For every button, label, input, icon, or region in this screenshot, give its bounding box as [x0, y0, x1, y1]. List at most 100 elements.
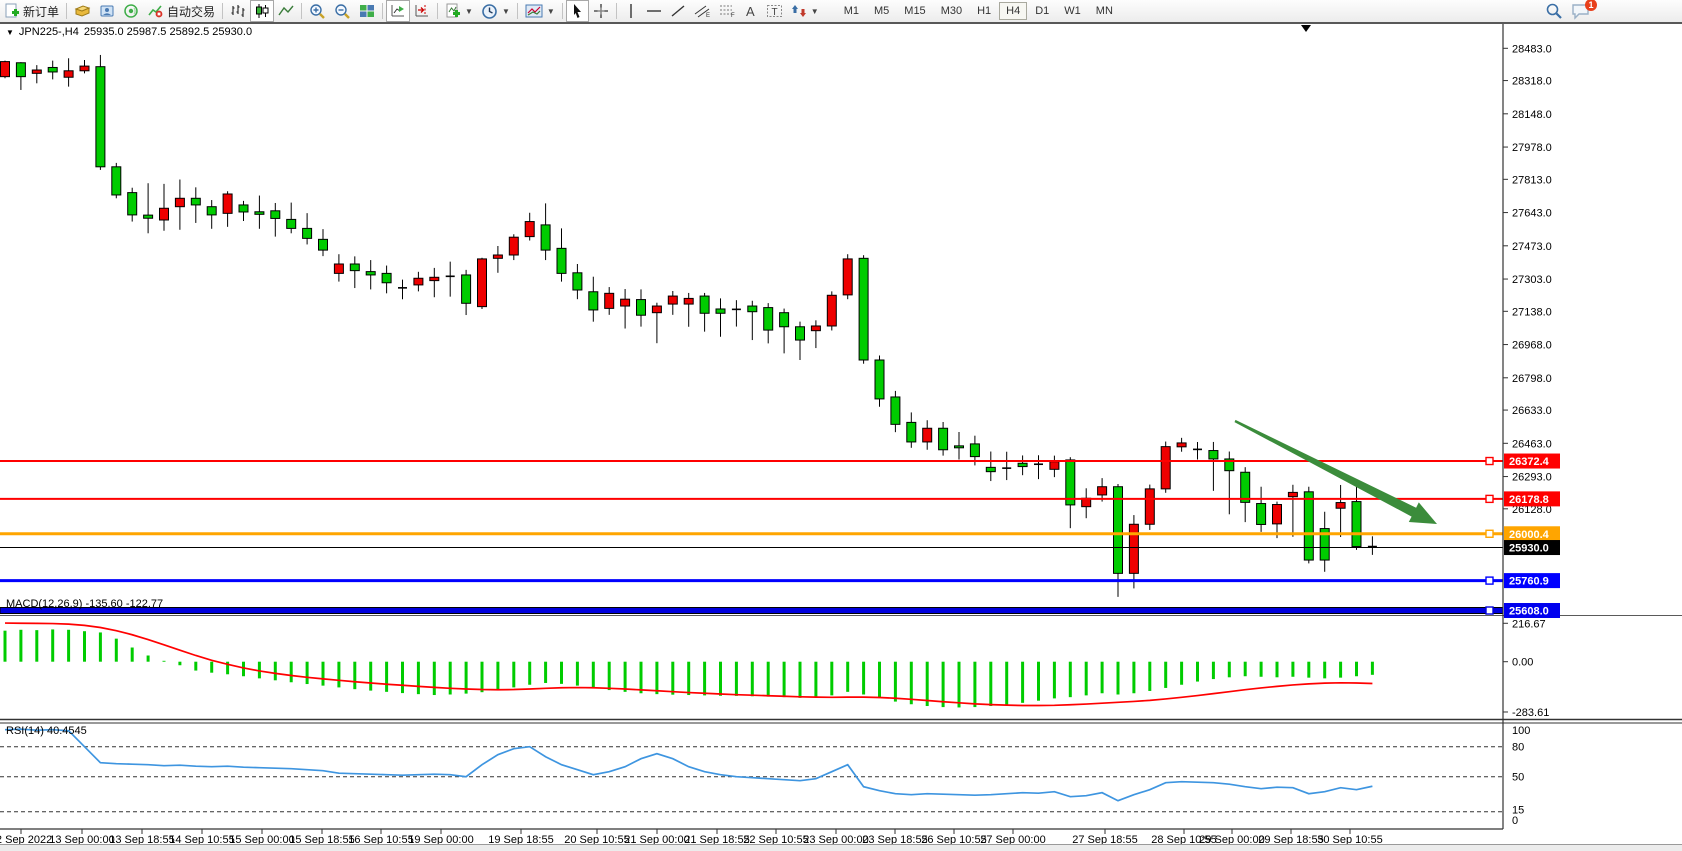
svg-text:50: 50: [1512, 772, 1524, 784]
trend-line-button[interactable]: [666, 0, 690, 22]
level-handle: [1486, 607, 1493, 614]
separator: [66, 3, 67, 19]
timeframe-M1[interactable]: M1: [837, 2, 866, 20]
chevron-down-icon: ▼: [547, 7, 555, 16]
chat-button[interactable]: 1: [1571, 3, 1590, 20]
profile-icon: [99, 3, 115, 19]
text-icon: A: [744, 3, 758, 19]
new-order-icon: [4, 3, 20, 19]
svg-text:26463.0: 26463.0: [1512, 438, 1552, 450]
timeframe-group: M1M5M15M30H1H4D1W1MN: [837, 2, 1120, 20]
chevron-down-icon: ▼: [502, 7, 510, 16]
cursor-button[interactable]: [566, 0, 589, 22]
fibonacci-button[interactable]: F: [715, 0, 740, 22]
svg-text:100: 100: [1512, 725, 1530, 737]
auto-scroll-button[interactable]: [386, 0, 410, 22]
vertical-line-button[interactable]: [620, 0, 642, 22]
svg-text:26968.0: 26968.0: [1512, 340, 1552, 352]
expand-triangle-icon[interactable]: ▼: [6, 28, 14, 37]
svg-text:26372.4: 26372.4: [1509, 456, 1550, 468]
timeframe-D1[interactable]: D1: [1028, 2, 1056, 20]
scroll-position-marker: [1301, 25, 1311, 32]
candle-chart-button[interactable]: [250, 0, 274, 22]
shapes-button[interactable]: ▼: [787, 0, 823, 22]
candle-chart-icon: [254, 3, 270, 19]
chart-shift-button[interactable]: [410, 0, 434, 22]
template-icon: [525, 3, 543, 19]
bar-chart-button[interactable]: [226, 0, 250, 22]
text-label-icon: T: [766, 3, 783, 19]
svg-text:E: E: [706, 13, 710, 19]
separator: [517, 3, 518, 19]
svg-text:28318.0: 28318.0: [1512, 76, 1552, 88]
svg-text:F: F: [731, 13, 735, 19]
svg-text:27138.0: 27138.0: [1512, 306, 1552, 318]
annotations[interactable]: [1235, 25, 1438, 524]
toolbar-right-group: 1: [1545, 2, 1682, 20]
periods-icon: [481, 3, 498, 20]
auto-trading-button[interactable]: 自动交易: [143, 0, 219, 22]
chart-title: ▼ JPN225-,H4 25935.0 25987.5 25892.5 259…: [6, 26, 252, 38]
bar-chart-icon: [230, 3, 246, 19]
level-handle: [1486, 495, 1493, 502]
chevron-down-icon: ▼: [811, 7, 819, 16]
auto-scroll-icon: [390, 3, 406, 19]
periods-button[interactable]: ▼: [477, 0, 514, 22]
indicators-button[interactable]: ▼: [441, 0, 477, 22]
svg-text:26178.8: 26178.8: [1509, 494, 1549, 506]
svg-text:26000.4: 26000.4: [1509, 529, 1550, 541]
svg-text:25930.0: 25930.0: [1509, 543, 1549, 555]
price-level-lines[interactable]: [0, 458, 1503, 614]
signal-button[interactable]: [119, 0, 143, 22]
svg-text:26293.0: 26293.0: [1512, 472, 1552, 484]
notification-badge: 1: [1585, 0, 1597, 11]
zo­om-in-icon: [309, 3, 326, 20]
svg-text:A: A: [746, 4, 755, 19]
svg-text:25760.9: 25760.9: [1509, 576, 1549, 588]
svg-text:-283.61: -283.61: [1512, 707, 1549, 719]
symbol-period-label: JPN225-,H4: [19, 26, 79, 38]
level-handle: [1486, 458, 1493, 465]
crosshair-button[interactable]: [589, 0, 613, 22]
vertical-line-icon: [624, 3, 638, 19]
zoom-in-button[interactable]: [305, 0, 330, 22]
rsi-line: [5, 729, 1372, 801]
svg-text:27978.0: 27978.0: [1512, 142, 1552, 154]
svg-text:0: 0: [1512, 815, 1518, 827]
channel-button[interactable]: E: [690, 0, 715, 22]
svg-text:27473.0: 27473.0: [1512, 241, 1552, 253]
separator: [616, 3, 617, 19]
book-button[interactable]: [70, 0, 95, 22]
chart-shift-icon: [414, 3, 430, 19]
template-button[interactable]: ▼: [521, 0, 559, 22]
timeframe-H1[interactable]: H1: [970, 2, 998, 20]
timeframe-H4[interactable]: H4: [999, 2, 1027, 20]
price-axis[interactable]: 28483.028318.028148.027978.027813.027643…: [1503, 43, 1560, 827]
timeframe-M5[interactable]: M5: [867, 2, 896, 20]
svg-text:T: T: [771, 7, 777, 18]
timeframe-M30[interactable]: M30: [934, 2, 969, 20]
profile-button[interactable]: [95, 0, 119, 22]
search-icon[interactable]: [1545, 2, 1563, 20]
auto-trading-label: 自动交易: [167, 3, 215, 20]
tile-windows-button[interactable]: [355, 0, 379, 22]
new-order-button[interactable]: 新订单: [0, 0, 63, 22]
shapes-icon: [791, 3, 807, 19]
separator: [562, 3, 563, 19]
separator: [437, 3, 438, 19]
rsi-pane: [0, 729, 1503, 812]
zoom-out-button[interactable]: [330, 0, 355, 22]
timeframe-M15[interactable]: M15: [897, 2, 932, 20]
text-label-button[interactable]: T: [762, 0, 787, 22]
line-chart-button[interactable]: [274, 0, 298, 22]
svg-text:216.67: 216.67: [1512, 618, 1546, 630]
timeframe-MN[interactable]: MN: [1089, 2, 1120, 20]
pane-separators[interactable]: [0, 24, 1682, 829]
text-button[interactable]: A: [740, 0, 762, 22]
chart-canvas[interactable]: 28483.028318.028148.027978.027813.027643…: [0, 0, 1682, 851]
cursor-icon: [570, 3, 585, 19]
new-order-label: 新订单: [23, 3, 59, 20]
horizontal-line-icon: [646, 3, 662, 19]
horizontal-line-button[interactable]: [642, 0, 666, 22]
timeframe-W1[interactable]: W1: [1057, 2, 1088, 20]
